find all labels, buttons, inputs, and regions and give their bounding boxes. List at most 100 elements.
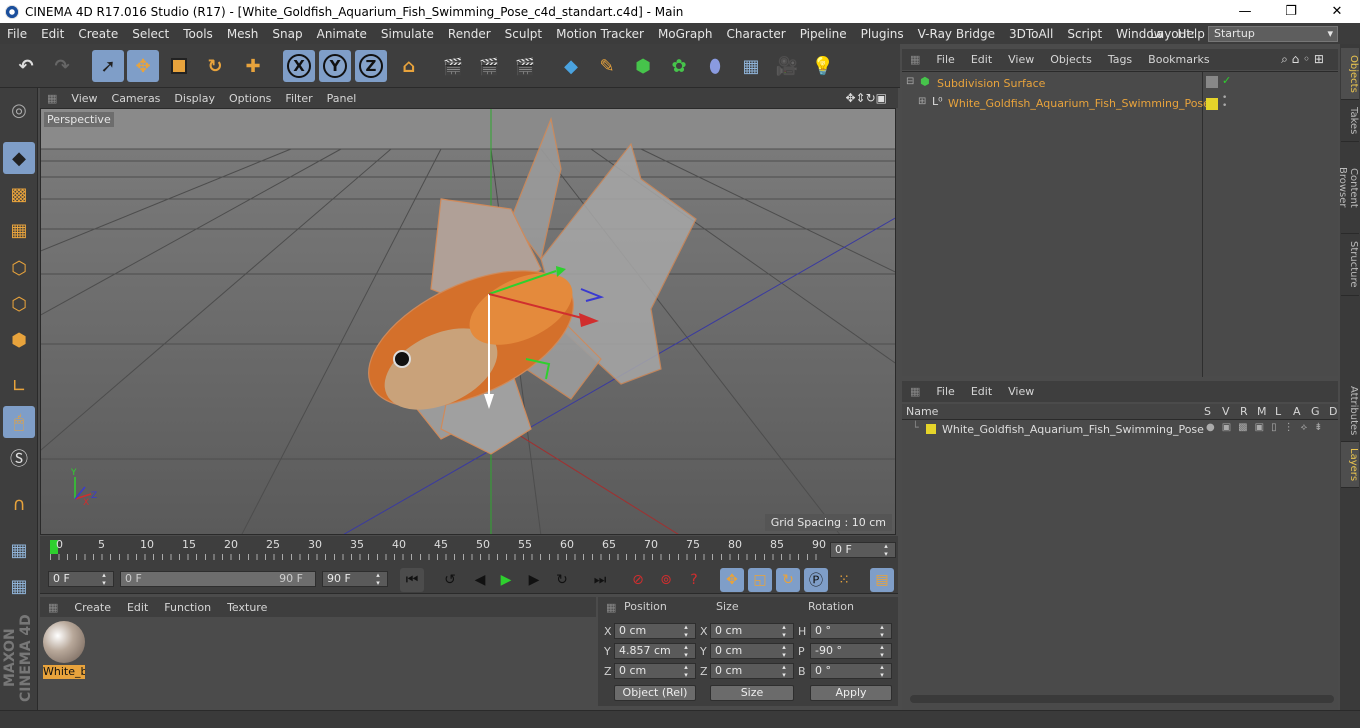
tab-objects[interactable]: Objects: [1341, 48, 1359, 100]
objects-search-home-icons[interactable]: ⌕ ⌂ ◦ ⊞: [1273, 52, 1332, 67]
objects-menu-objects[interactable]: Objects: [1042, 53, 1100, 66]
minimize-button[interactable]: —: [1222, 0, 1268, 23]
layer-row[interactable]: └ White_Goldfish_Aquarium_Fish_Swimming_…: [902, 421, 1338, 438]
camera-label[interactable]: Perspective: [44, 112, 114, 127]
menu-edit[interactable]: Edit: [34, 27, 71, 41]
position-y-field[interactable]: 4.857 cm: [614, 643, 696, 659]
menu-mesh[interactable]: Mesh: [220, 27, 266, 41]
play-icon[interactable]: ▶: [494, 568, 518, 592]
layout-select[interactable]: Startup: [1208, 25, 1338, 42]
visibility-dots-icon[interactable]: • •: [1222, 94, 1227, 111]
cloner-icon[interactable]: ✿: [663, 50, 695, 82]
material-menu-texture[interactable]: Texture: [219, 601, 275, 614]
undo-icon[interactable]: ↶: [10, 50, 42, 82]
menu-render[interactable]: Render: [441, 27, 498, 41]
viewport-menu-panel[interactable]: Panel: [320, 92, 364, 105]
viewport-menu-display[interactable]: Display: [167, 92, 222, 105]
menu-sculpt[interactable]: Sculpt: [498, 27, 549, 41]
menu-snap[interactable]: Snap: [265, 27, 309, 41]
move-tool-icon[interactable]: ✥: [127, 50, 159, 82]
menu-pipeline[interactable]: Pipeline: [793, 27, 854, 41]
subdivision-surface-icon[interactable]: ⬢: [627, 50, 659, 82]
tab-content-browser[interactable]: Content Browser: [1337, 142, 1359, 234]
redo-icon[interactable]: ↷: [46, 50, 78, 82]
texture-mode-icon[interactable]: ▩: [3, 178, 35, 210]
rotation-h-field[interactable]: 0 °: [810, 623, 892, 639]
menu-select[interactable]: Select: [125, 27, 176, 41]
menu-vray-bridge[interactable]: V-Ray Bridge: [911, 27, 1002, 41]
workplane-lock-icon[interactable]: ▦: [3, 534, 35, 566]
layers-menu-file[interactable]: File: [928, 385, 962, 398]
maximize-button[interactable]: ❐: [1268, 0, 1314, 23]
tab-layers[interactable]: Layers: [1341, 442, 1359, 488]
objects-menu-file[interactable]: File: [928, 53, 962, 66]
viewport-menu-filter[interactable]: Filter: [278, 92, 319, 105]
size-z-field[interactable]: 0 cm: [710, 663, 794, 679]
material-menu-function[interactable]: Function: [156, 601, 219, 614]
points-mode-icon[interactable]: ⬡: [3, 252, 35, 284]
rotate-tool-icon[interactable]: ↻: [199, 50, 231, 82]
enable-axis-icon[interactable]: ∟: [3, 370, 35, 402]
make-editable-icon[interactable]: ◎: [3, 94, 35, 126]
apply-button[interactable]: Apply: [810, 685, 892, 701]
object-row[interactable]: ⊟ ⬢ Subdivision Surface: [902, 75, 1202, 93]
key-position-icon[interactable]: ✥: [720, 568, 744, 592]
objects-menu-edit[interactable]: Edit: [963, 53, 1000, 66]
collapse-icon[interactable]: ⊟: [906, 76, 914, 87]
pen-spline-icon[interactable]: ✎: [591, 50, 623, 82]
live-selection-icon[interactable]: ➚: [92, 50, 124, 82]
menu-3dtoall[interactable]: 3DToAll: [1002, 27, 1060, 41]
autokey-icon[interactable]: ⊚: [654, 568, 678, 592]
layers-menu-view[interactable]: View: [1000, 385, 1042, 398]
menu-character[interactable]: Character: [719, 27, 792, 41]
menu-mograph[interactable]: MoGraph: [651, 27, 720, 41]
z-axis-lock-button[interactable]: Z: [355, 50, 387, 82]
timeline-window-icon[interactable]: ▤: [870, 568, 894, 592]
menu-animate[interactable]: Animate: [310, 27, 374, 41]
layer-color-swatch[interactable]: [1206, 98, 1218, 110]
tab-takes[interactable]: Takes: [1341, 100, 1359, 142]
tab-structure[interactable]: Structure: [1341, 234, 1359, 296]
x-axis-lock-button[interactable]: X: [283, 50, 315, 82]
magnet-icon[interactable]: ∩: [3, 488, 35, 520]
horizontal-scrollbar[interactable]: [910, 695, 1334, 703]
deformer-icon[interactable]: ⬮: [699, 50, 731, 82]
layers-menu-edit[interactable]: Edit: [963, 385, 1000, 398]
material-menu-create[interactable]: Create: [66, 601, 119, 614]
next-frame-icon[interactable]: ▶: [522, 568, 546, 592]
key-rotation-icon[interactable]: ↻: [776, 568, 800, 592]
expand-icon[interactable]: ⊞: [918, 96, 926, 107]
material-item[interactable]: White_b: [43, 621, 85, 679]
size-x-field[interactable]: 0 cm: [710, 623, 794, 639]
tab-attributes[interactable]: Attributes: [1341, 380, 1359, 442]
current-frame-field[interactable]: 0 F: [830, 542, 896, 558]
start-frame-field[interactable]: 0 F: [48, 571, 114, 587]
viewport-navigation-icons[interactable]: ✥⇕↻▣: [838, 91, 894, 105]
next-key-icon[interactable]: ↻: [550, 568, 574, 592]
menu-plugins[interactable]: Plugins: [854, 27, 911, 41]
end-frame-field[interactable]: 90 F: [322, 571, 388, 587]
viewport-menu-view[interactable]: View: [64, 92, 104, 105]
viewport-menu-cameras[interactable]: Cameras: [105, 92, 168, 105]
size-mode-select[interactable]: Size: [710, 685, 794, 701]
menu-tools[interactable]: Tools: [176, 27, 220, 41]
timeline[interactable]: 0 5 10 15 20 25 30 35 40 45 50 55 60 65 70 75 80 85 90 0 F: [40, 536, 898, 564]
y-axis-lock-button[interactable]: Y: [319, 50, 351, 82]
key-pla-icon[interactable]: ⁙: [832, 568, 856, 592]
snapping-icon[interactable]: Ⓢ: [3, 442, 35, 474]
material-menu-edit[interactable]: Edit: [119, 601, 156, 614]
viewport-menu-options[interactable]: Options: [222, 92, 278, 105]
record-keyframe-icon[interactable]: ⊘: [626, 568, 650, 592]
layer-flag-icons[interactable]: ●▣▩▣▯⋮⟡⇟: [1206, 422, 1330, 433]
menu-script[interactable]: Script: [1060, 27, 1109, 41]
object-row[interactable]: ⊞ L⁰ White_Goldfish_Aquarium_Fish_Swimmi…: [902, 95, 1210, 113]
floor-scene-icon[interactable]: ▦: [735, 50, 767, 82]
key-parameter-icon[interactable]: Ⓟ: [804, 568, 828, 592]
cube-primitive-icon[interactable]: ◆: [555, 50, 587, 82]
workplane-axis-icon[interactable]: ▦: [3, 570, 35, 602]
rotation-b-field[interactable]: 0 °: [810, 663, 892, 679]
previous-key-icon[interactable]: ↺: [438, 568, 462, 592]
coordinate-system-icon[interactable]: ⌂: [393, 50, 425, 82]
close-button[interactable]: ✕: [1314, 0, 1360, 23]
menu-motion-tracker[interactable]: Motion Tracker: [549, 27, 651, 41]
